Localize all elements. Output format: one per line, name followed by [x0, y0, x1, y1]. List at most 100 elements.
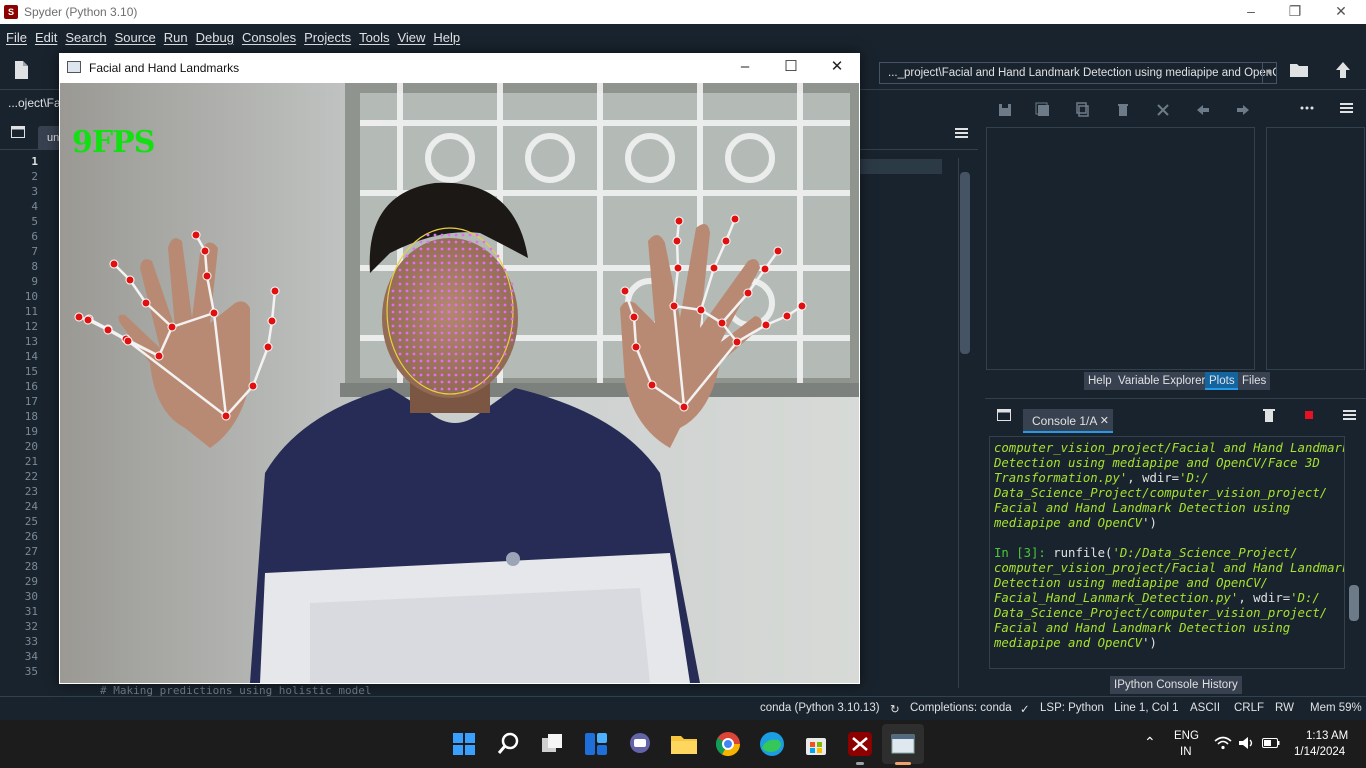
console-output[interactable]: computer_vision_project/Facial and Hand …: [989, 436, 1345, 669]
browse-tabs-icon[interactable]: [997, 409, 1011, 421]
face-landmark: [398, 331, 402, 335]
tab-files[interactable]: Files: [1238, 372, 1271, 390]
spyder-taskbar-icon[interactable]: [844, 728, 876, 760]
console-line: Facial_Hand_Lanmark_Detection.py', wdir=…: [994, 591, 1320, 605]
store-icon[interactable]: [800, 728, 832, 760]
region-label[interactable]: IN: [1180, 746, 1192, 758]
face-landmark: [412, 324, 416, 328]
search-icon[interactable]: [492, 728, 524, 760]
teams-chat-icon[interactable]: [624, 728, 656, 760]
face-landmark: [489, 366, 493, 370]
menu-consoles[interactable]: Consoles: [238, 30, 300, 45]
close-icon[interactable]: ✕: [814, 53, 860, 83]
chevron-down-icon[interactable]: ▼: [1262, 63, 1276, 83]
console-tab[interactable]: Console 1/A ✕: [1023, 409, 1113, 433]
console-line: Facial and Hand Landmark Detection using: [994, 621, 1291, 635]
face-landmark: [482, 310, 486, 314]
battery-icon[interactable]: [1262, 737, 1280, 749]
minimize-icon[interactable]: –: [1228, 0, 1274, 24]
remove-all-icon[interactable]: [1155, 102, 1171, 118]
clock-time[interactable]: 1:13 AM: [1306, 730, 1348, 742]
line-number: 17: [24, 395, 38, 408]
status-mem: Mem 59%: [1310, 702, 1362, 714]
face-landmark: [440, 359, 444, 363]
new-file-icon[interactable]: [10, 59, 32, 81]
edge-icon[interactable]: [756, 728, 788, 760]
arrow-right-icon[interactable]: [1235, 102, 1251, 118]
save-all-icon[interactable]: [1035, 102, 1051, 118]
windows-start-icon[interactable]: [448, 728, 480, 760]
face-landmark: [482, 261, 486, 265]
minimize-icon[interactable]: –: [722, 53, 768, 83]
stop-icon[interactable]: [1305, 411, 1313, 419]
editor-scrollbar-thumb[interactable]: [960, 172, 970, 354]
face-landmark: [440, 240, 444, 244]
menu-edit[interactable]: Edit: [31, 30, 61, 45]
menu-view[interactable]: View: [393, 30, 429, 45]
line-number: 33: [24, 635, 38, 648]
maximize-icon[interactable]: ☐: [768, 53, 814, 83]
face-landmark: [475, 282, 479, 286]
line-number: 28: [24, 560, 38, 573]
face-landmark: [461, 296, 465, 300]
maximize-icon[interactable]: ❐: [1272, 0, 1318, 24]
tab-plots[interactable]: Plots: [1205, 372, 1239, 390]
console-scrollbar-thumb[interactable]: [1349, 585, 1359, 621]
browse-folder-icon[interactable]: [1288, 59, 1310, 81]
wifi-icon[interactable]: [1214, 736, 1232, 750]
parent-directory-icon[interactable]: [1332, 59, 1354, 81]
browse-tabs-icon[interactable]: [11, 126, 25, 138]
face-landmark: [496, 268, 500, 272]
face-landmark: [419, 254, 423, 258]
file-explorer-icon[interactable]: [668, 728, 700, 760]
menu-source[interactable]: Source: [111, 30, 160, 45]
face-landmark: [440, 310, 444, 314]
language-label[interactable]: ENG: [1174, 730, 1199, 742]
menu-debug[interactable]: Debug: [192, 30, 238, 45]
console-scrollbar[interactable]: [1348, 440, 1360, 666]
face-landmark: [426, 247, 430, 251]
clock-date[interactable]: 1/14/2024: [1294, 746, 1345, 758]
arrow-left-icon[interactable]: [1195, 102, 1211, 118]
plots-menu-icon[interactable]: [1340, 103, 1353, 113]
widgets-icon[interactable]: [580, 728, 612, 760]
menu-run[interactable]: Run: [160, 30, 192, 45]
tab-ipython-console[interactable]: IPython Console: [1110, 676, 1203, 694]
trash-icon[interactable]: [1115, 102, 1131, 118]
chrome-icon[interactable]: [712, 728, 744, 760]
opencv-window-taskbar-icon[interactable]: [887, 728, 919, 760]
tab-variable-explorer[interactable]: Variable Explorer: [1114, 372, 1210, 390]
close-icon[interactable]: ✕: [1100, 409, 1109, 433]
menu-tools[interactable]: Tools: [355, 30, 393, 45]
face-landmark: [426, 324, 430, 328]
tab-help[interactable]: Help: [1084, 372, 1116, 390]
options-menu-icon[interactable]: [955, 128, 968, 138]
chevron-up-icon[interactable]: ⌃: [1144, 734, 1156, 751]
menu-projects[interactable]: Projects: [300, 30, 355, 45]
menu-search[interactable]: Search: [61, 30, 110, 45]
save-icon[interactable]: [997, 102, 1013, 118]
face-landmark: [447, 366, 451, 370]
more-options-icon[interactable]: [1300, 106, 1314, 110]
face-landmark: [426, 352, 430, 356]
plot-thumbnails[interactable]: [1266, 127, 1365, 370]
trash-icon[interactable]: [1263, 408, 1275, 422]
menu-help[interactable]: Help: [429, 30, 464, 45]
volume-icon[interactable]: [1238, 736, 1256, 750]
copy-icon[interactable]: [1075, 102, 1091, 118]
face-landmark: [510, 296, 514, 300]
task-view-icon[interactable]: [536, 728, 568, 760]
close-icon[interactable]: ✕: [1318, 0, 1364, 24]
face-landmark: [391, 310, 395, 314]
face-landmark: [454, 303, 458, 307]
face-landmark: [447, 240, 451, 244]
face-landmark: [482, 338, 486, 342]
face-landmark: [405, 317, 409, 321]
face-landmark: [419, 338, 423, 342]
plot-canvas[interactable]: [986, 127, 1255, 370]
working-directory-input[interactable]: ..._project\Facial and Hand Landmark Det…: [879, 62, 1277, 84]
tab-history[interactable]: History: [1198, 676, 1242, 694]
menu-file[interactable]: File: [2, 30, 31, 45]
line-number: 7: [31, 245, 38, 258]
console-menu-icon[interactable]: [1343, 410, 1356, 420]
